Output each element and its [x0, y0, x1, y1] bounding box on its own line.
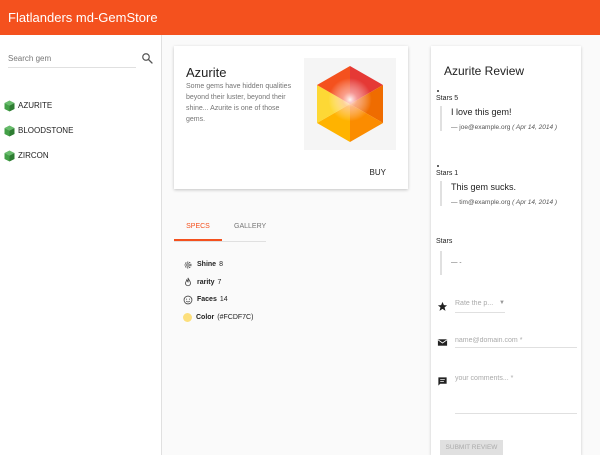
gear-icon — [184, 261, 192, 269]
spec-value: (#FCDF7C) — [217, 313, 254, 321]
rating-select[interactable]: Rate the p... ▼ — [455, 300, 505, 313]
submit-review-button[interactable]: SUBMIT REVIEW — [440, 440, 503, 455]
app-title: Flatlanders md-GemStore — [8, 10, 158, 25]
caret-down-icon: ▼ — [499, 300, 505, 306]
cube-icon — [4, 125, 15, 136]
buy-button[interactable]: BUY — [370, 168, 386, 177]
product-name: Azurite — [186, 65, 227, 80]
review-author-line: — joe@example.org ( Apr 14, 2014 ) — [451, 124, 572, 131]
product-description: Some gems have hidden qualities beyond t… — [186, 83, 292, 123]
review-author: — joe@example.org — [451, 124, 511, 131]
hexagon-gem-image — [317, 66, 383, 142]
smile-icon — [183, 295, 193, 305]
review-quote: — - — [440, 251, 572, 275]
cube-icon — [4, 100, 15, 111]
specs-list: Shine 8 rarity 7 Faces 14 Color (#FCDF7C… — [183, 256, 253, 326]
product-card: Azurite Some gems have hidden qualities … — [174, 46, 408, 189]
review-panel: Azurite Review Stars 5 I love this gem! … — [431, 46, 581, 455]
review-body: This gem sucks. — [451, 182, 517, 192]
tab-gallery[interactable]: GALLERY — [234, 222, 266, 241]
review-date: - — [459, 259, 462, 266]
gem-item-label: BLOODSTONE — [18, 126, 74, 135]
list-bullet — [437, 90, 439, 92]
gem-item-bloodstone[interactable]: BLOODSTONE — [4, 118, 73, 143]
color-dot — [183, 312, 192, 322]
comment-icon — [438, 377, 447, 386]
mail-icon — [437, 339, 448, 346]
spec-value: 14 — [219, 296, 228, 304]
gem-item-azurite[interactable]: AZURITE — [4, 93, 73, 118]
spec-row-color: Color (#FCDF7C) — [183, 309, 253, 327]
gem-list: AZURITE BLOODSTONE ZIRCON — [4, 93, 73, 168]
rating-placeholder: Rate the p... — [455, 300, 494, 307]
spec-row-faces: Faces 14 — [183, 291, 253, 309]
search-icon[interactable] — [141, 52, 153, 64]
search-field — [8, 50, 136, 68]
spec-row-rarity: rarity 7 — [183, 274, 253, 292]
product-tabs: SPECS GALLERY — [174, 222, 266, 242]
email-row — [437, 334, 577, 350]
review-body: I love this gem! — [451, 107, 512, 117]
review-title: Azurite Review — [444, 64, 525, 78]
gem-item-label: ZIRCON — [18, 151, 49, 160]
spec-value: 8 — [219, 261, 223, 269]
sidebar: AZURITE BLOODSTONE ZIRCON — [0, 35, 162, 455]
review-quote: I love this gem! — joe@example.org ( Apr… — [440, 106, 572, 131]
spec-name: Color — [196, 313, 215, 321]
search-input[interactable] — [8, 50, 136, 66]
review-stars: Stars 5 — [436, 95, 459, 102]
cube-icon — [4, 150, 15, 161]
tab-specs[interactable]: SPECS — [174, 222, 222, 241]
spec-name: Shine — [197, 261, 217, 269]
list-bullet — [437, 165, 439, 167]
spec-name: Faces — [197, 296, 217, 304]
review-date: ( Apr 14, 2014 ) — [512, 124, 558, 131]
review-stars: Stars 1 — [436, 170, 459, 177]
product-image — [304, 58, 396, 150]
email-field[interactable] — [455, 334, 577, 348]
review-author: — tim@example.org — [451, 199, 511, 206]
app-toolbar: Flatlanders md-GemStore — [0, 0, 600, 35]
review-date: ( Apr 14, 2014 ) — [512, 199, 558, 206]
rating-row: Rate the p... ▼ — [437, 300, 577, 316]
fire-icon — [185, 277, 191, 287]
spec-value: 7 — [217, 278, 222, 286]
comments-row — [437, 372, 577, 416]
review-author-line: — tim@example.org ( Apr 14, 2014 ) — [451, 199, 572, 206]
spec-name: rarity — [197, 278, 215, 286]
review-author: — — [451, 259, 458, 266]
comments-field[interactable] — [455, 372, 577, 414]
gem-item-label: AZURITE — [18, 101, 53, 110]
spec-row-shine: Shine 8 — [183, 256, 253, 274]
star-icon — [437, 301, 448, 311]
review-quote: This gem sucks. — tim@example.org ( Apr … — [440, 181, 572, 206]
gem-item-zircon[interactable]: ZIRCON — [4, 143, 73, 168]
review-stars: Stars — [436, 238, 453, 245]
review-author-line: — - — [451, 259, 572, 266]
